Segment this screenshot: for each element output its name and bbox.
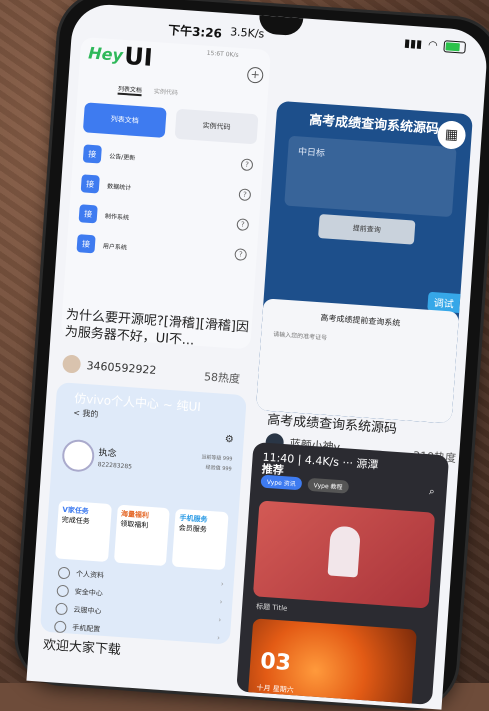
date-label: 十月 星期六 (256, 683, 294, 695)
chip-tutorial[interactable]: Vype 教程 (307, 477, 349, 494)
phone-icon (53, 620, 67, 634)
chevron-right-icon: › (220, 579, 224, 589)
status-icons: ▮▮▮ ◠ (403, 36, 467, 54)
avatar (62, 354, 82, 374)
signal-icon: ▮▮▮ (403, 36, 423, 51)
date-card[interactable]: 03 十月 星期六 (247, 618, 417, 705)
chevron-right-icon: › (218, 615, 222, 625)
wifi-icon: ◠ (427, 38, 439, 52)
menu-item-label: 制作系统 (104, 212, 130, 222)
profile-section: 执念 822283285 当前等级 999 经验值 999 (60, 438, 233, 503)
banner-caption: 标题 Title (255, 602, 288, 613)
feature-v-tasks[interactable]: V家任务 完成任务 (55, 500, 112, 563)
list-label: 个人资料 (75, 569, 105, 580)
cloud-icon (55, 602, 68, 616)
logo-ui: UI (123, 41, 154, 72)
code-icon: 接 (80, 174, 100, 194)
tab-example-code[interactable]: 实例代码 (153, 86, 178, 99)
logo-hey: Hey (87, 43, 124, 65)
help-icon: ? (240, 158, 254, 172)
feature-sub: 领取福利 (120, 519, 149, 530)
back-button[interactable]: < 我的 (73, 407, 99, 420)
phone-device: 下午3:26 3.5K/s ▮▮▮ ◠ Hey UI 15:6T 0K/s + … (14, 0, 489, 711)
project-card-hey-ui[interactable]: Hey UI 15:6T 0K/s + 列表文档 实例代码 列表文档 实例代码 … (60, 36, 272, 350)
settings-icon[interactable]: ⚙ (224, 434, 234, 446)
feature-phone-service[interactable]: 手机服务 会员服务 (172, 508, 229, 571)
exam-input-box[interactable]: 中日标 (284, 135, 457, 218)
segment-list-docs[interactable]: 列表文档 (82, 102, 167, 138)
feature-sub: 完成任务 (61, 515, 90, 526)
menu-item-label: 公告/更新 (108, 152, 136, 162)
user-icon (57, 566, 71, 580)
exam-box-label: 中日标 (297, 147, 326, 160)
heat-hey-ui: 58热度 (203, 370, 241, 386)
profile-tags: 当前等级 999 经验值 999 (200, 452, 232, 474)
feature-row: V家任务 完成任务 海量福利 领取福利 手机服务 会员服务 (55, 500, 229, 571)
search-icon[interactable]: ⌕ (429, 486, 435, 497)
menu-item-label: 用户系统 (102, 242, 128, 252)
dancer-illustration (327, 525, 361, 578)
phone-screen: 下午3:26 3.5K/s ▮▮▮ ◠ Hey UI 15:6T 0K/s + … (26, 2, 489, 710)
feature-welfare[interactable]: 海量福利 领取福利 (113, 504, 171, 567)
list-label: 安全中心 (74, 587, 103, 598)
code-icon: 接 (82, 144, 102, 164)
author-hey-ui[interactable]: 3460592922 (62, 354, 157, 379)
tab-list-docs[interactable]: 列表文档 (117, 83, 143, 97)
category-chips: Vype 资讯 Vype 教程 (260, 474, 349, 494)
help-icon: ? (234, 248, 248, 261)
shield-icon (56, 584, 70, 598)
feature-sub: 会员服务 (178, 523, 208, 534)
camera-notch (258, 15, 304, 37)
help-icon: ? (236, 218, 250, 232)
exam-id-input[interactable]: 请输入您的准考证号 (273, 329, 417, 348)
exp-tag: 经验值 999 (205, 464, 232, 473)
segment-example-code[interactable]: 实例代码 (174, 108, 259, 145)
exam-sheet: 高考成绩提前查询系统 请输入您的准考证号 (255, 298, 460, 424)
menu-item-label: 数据统计 (106, 182, 132, 192)
chip-news[interactable]: Vype 资讯 (260, 474, 303, 491)
project-title-vivo-profile[interactable]: 欢迎大家下载 (42, 634, 121, 658)
project-card-vivo-profile[interactable]: 仿vivo个人中心 ~ 纯UI < 我的 ⚙ 执念 822283285 当前等级… (39, 382, 247, 645)
chevron-right-icon: › (216, 633, 221, 643)
help-icon: ? (238, 188, 252, 202)
project-card-yuantan[interactable]: 11:40 | 4.4K/s ··· 源潭 推荐 Vype 资讯 Vype 教程… (236, 441, 450, 705)
query-button[interactable]: 提前查询 (318, 213, 416, 245)
featured-banner[interactable] (252, 500, 436, 609)
sheet-title: 高考成绩提前查询系统 (320, 313, 401, 328)
profile-username: 执念 (98, 448, 117, 460)
code-icon: 接 (78, 204, 98, 224)
list-label: 手机配置 (71, 623, 101, 634)
add-icon[interactable]: + (246, 66, 264, 84)
project-card-exam-query[interactable]: 高考成绩查询系统源码 中日标 提前查询 ▦ 调试 高考成绩提前查询系统 请输入您… (255, 100, 474, 424)
status-time: 下午3:26 (167, 22, 223, 41)
code-icon: 接 (76, 234, 96, 254)
hey-ui-status: 15:6T 0K/s (206, 49, 239, 59)
list-label: 云服中心 (73, 605, 102, 616)
profile-qq: 822283285 (97, 461, 133, 471)
date-number: 03 (259, 648, 292, 677)
project-grid: Hey UI 15:6T 0K/s + 列表文档 实例代码 列表文档 实例代码 … (26, 36, 486, 709)
battery-icon (443, 39, 467, 54)
chevron-right-icon: › (219, 597, 223, 607)
status-speed: 3.5K/s (229, 25, 265, 41)
avatar[interactable] (61, 438, 96, 473)
author-name: 3460592922 (86, 358, 157, 377)
